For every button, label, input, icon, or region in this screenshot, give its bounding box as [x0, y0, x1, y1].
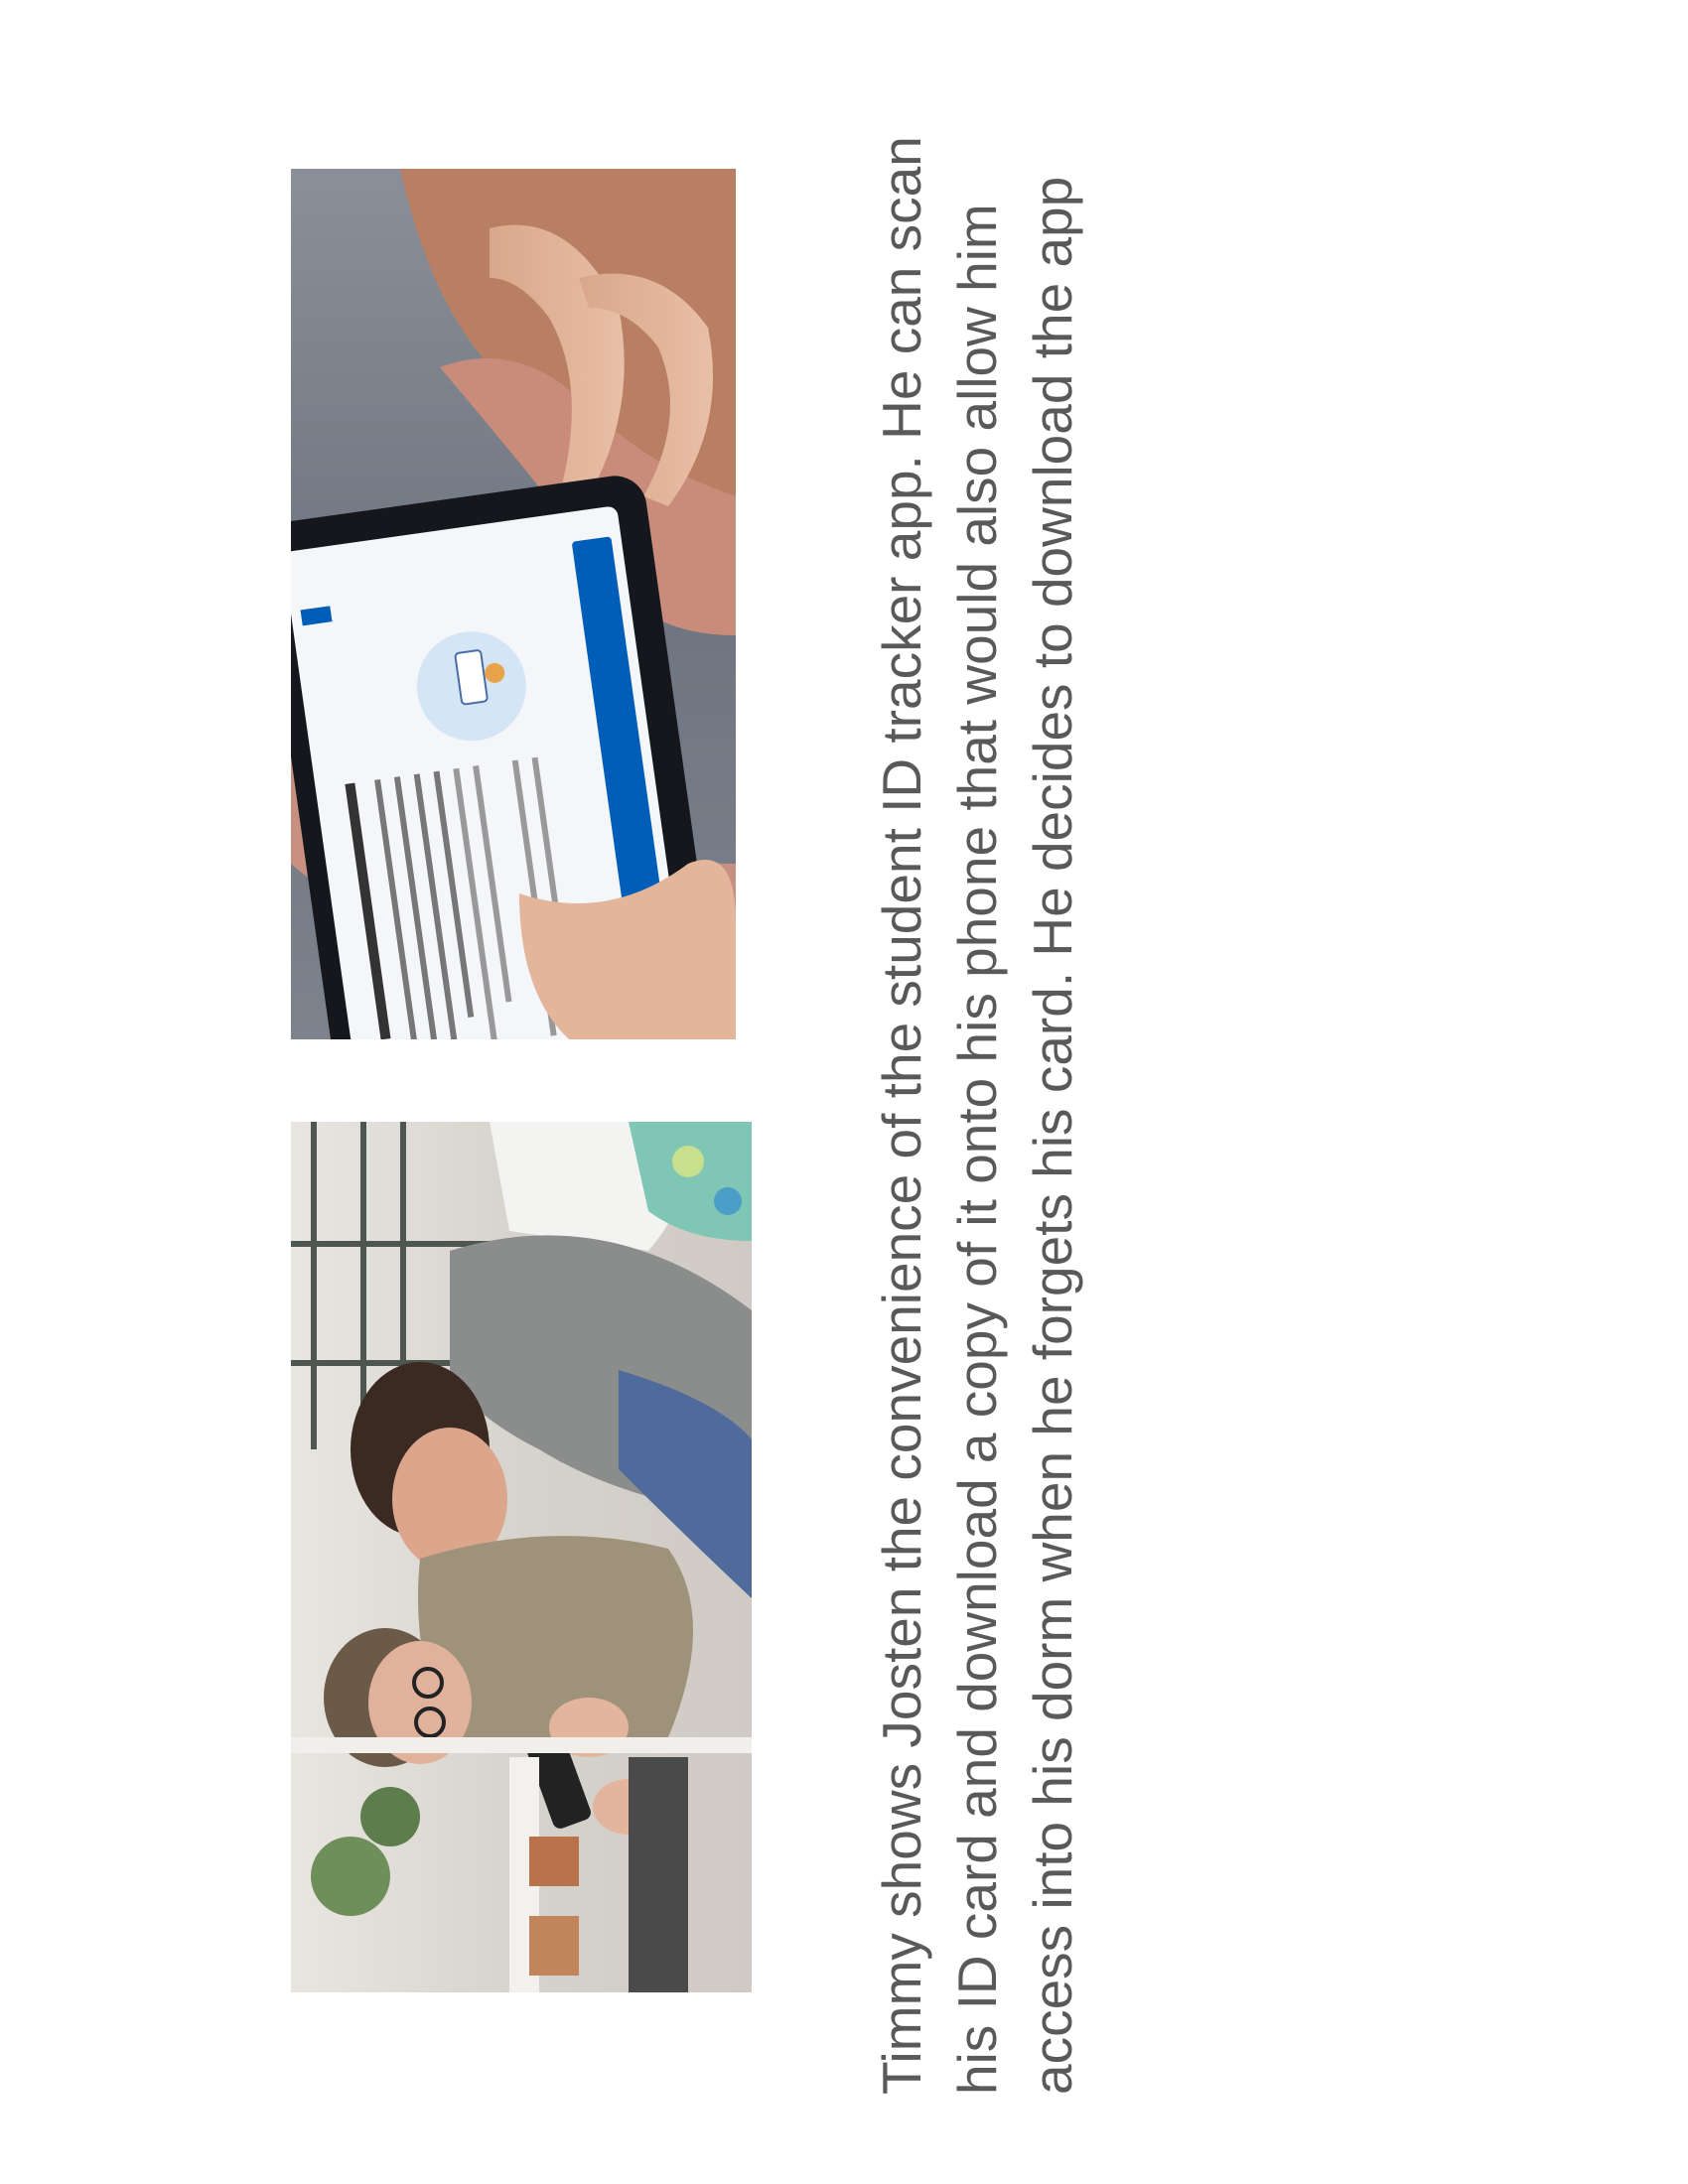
phone-photo-illustration: [291, 169, 736, 1039]
caption-line-1: Timmy shows Josten the convenience of th…: [871, 136, 932, 2095]
photo-friends-laughing: [291, 1122, 752, 1992]
caption-line-3: access into his dorm when he forgets his…: [1022, 176, 1083, 2095]
photo-phone-contact-tracing: [291, 169, 736, 1039]
story-caption: Timmy shows Josten the convenience of th…: [864, 129, 1083, 2095]
friends-photo-illustration: [291, 1122, 752, 1992]
caption-line-2: his ID card and download a copy of it on…: [946, 204, 1008, 2095]
caption-container: Timmy shows Josten the convenience of th…: [864, 129, 1083, 2095]
